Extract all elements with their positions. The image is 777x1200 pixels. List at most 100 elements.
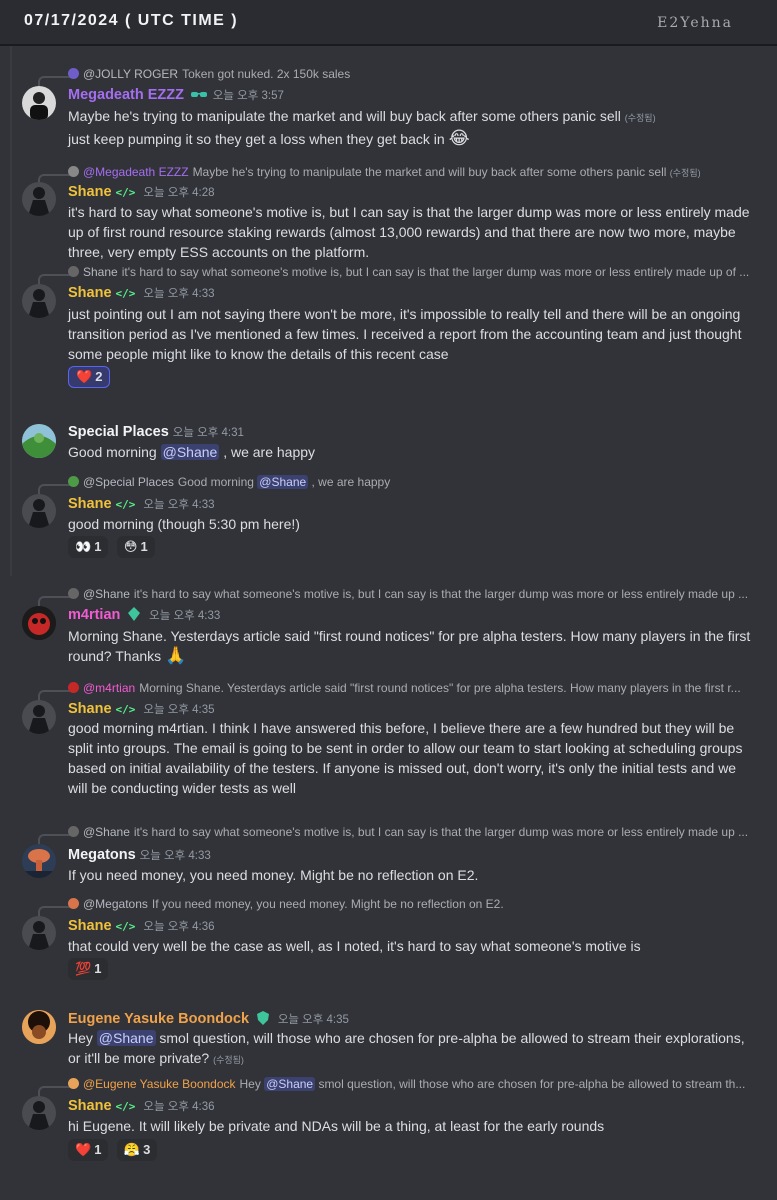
- nitro-gem-badge-icon: [127, 607, 141, 621]
- character-avatar-icon: [22, 1010, 56, 1044]
- message-text: If you need money, you need money. Might…: [68, 867, 479, 883]
- reply-preview[interactable]: @Megatons If you need money, you need mon…: [68, 897, 758, 913]
- message-text: good morning m4rtian. I think I have ans…: [68, 720, 743, 796]
- reply-preview[interactable]: @Shane it's hard to say what someone's mo…: [68, 825, 758, 841]
- mention-shane[interactable]: @Shane: [96, 1030, 156, 1046]
- m4rtian-mini-avatar-icon: [68, 682, 79, 693]
- person-silhouette-icon: [30, 92, 48, 120]
- m4rtian-avatar[interactable]: [22, 606, 56, 640]
- edited-label: (수정됨): [624, 113, 656, 123]
- author-name[interactable]: Eugene Yasuke Boondock: [68, 1011, 249, 1027]
- timestamp: 오늘 오후 4:28: [143, 187, 215, 199]
- developer-tag: </>: [115, 287, 136, 300]
- reply-preview[interactable]: @Eugene Yasuke Boondock Hey @Shane smol q…: [68, 1077, 758, 1093]
- header-bar: 07/17/2024 ( UTC TIME ) E2Yehna: [0, 0, 777, 46]
- timestamp: 오늘 오후 4:35: [277, 1014, 349, 1026]
- timestamp: 오늘 오후 4:35: [143, 704, 215, 716]
- special-places-mini-avatar-icon: [68, 476, 79, 487]
- shane-avatar[interactable]: [22, 700, 56, 734]
- laughing-emoji: 😂: [448, 128, 470, 148]
- reply-preview[interactable]: @JOLLY ROGER Token got nuked. 2x 150k sal…: [68, 67, 758, 83]
- message-text: good morning (though 5:30 pm here!): [68, 516, 300, 532]
- reaction-bar: 💯 1: [68, 958, 112, 980]
- developer-tag: </>: [115, 498, 136, 511]
- hundred-reaction[interactable]: 💯 1: [68, 958, 109, 980]
- eyes-reaction[interactable]: 👀 1: [68, 536, 109, 558]
- timestamp: 오늘 오후 4:33: [143, 499, 215, 511]
- heart-reaction[interactable]: ❤️ 1: [68, 1139, 109, 1161]
- shane-avatar[interactable]: [22, 284, 56, 318]
- author-name[interactable]: m4rtian: [68, 607, 120, 623]
- red-character-avatar-icon: [22, 606, 56, 640]
- author-name[interactable]: Shane: [68, 496, 112, 512]
- date-label: 07/17/2024 ( UTC TIME ): [24, 12, 239, 29]
- mushroom-cloud-avatar-icon: [22, 844, 56, 878]
- author-name[interactable]: Megatons: [68, 847, 136, 863]
- message-text: Maybe he's trying to manipulate the mark…: [68, 108, 656, 148]
- reaction-bar: 👀 1 😳 1: [68, 536, 159, 558]
- reaction-bar: ❤️ 2: [68, 366, 114, 388]
- person-silhouette-icon: [28, 921, 50, 950]
- sunglasses-badge-icon: [190, 88, 207, 102]
- message-text: that could very well be the case as well…: [68, 938, 641, 954]
- heart-icon: ❤️: [76, 369, 93, 384]
- author-name[interactable]: Shane: [68, 184, 112, 200]
- flushed-reaction[interactable]: 😳 1: [116, 536, 155, 558]
- megatons-avatar[interactable]: [22, 844, 56, 878]
- megadeath-avatar[interactable]: [22, 86, 56, 120]
- reaction-bar: ❤️ 1 😤 3: [68, 1139, 161, 1161]
- message-feed[interactable]: @JOLLY ROGER Token got nuked. 2x 150k sal…: [0, 46, 777, 1200]
- timestamp: 오늘 오후 4:31: [172, 427, 244, 439]
- message-text: Morning Shane. Yesterdays article said "…: [68, 628, 751, 665]
- person-silhouette-icon: [28, 705, 50, 734]
- message-text: just pointing out I am not saying there …: [68, 306, 742, 362]
- message-text: hi Eugene. It will likely be private and…: [68, 1118, 605, 1134]
- reply-preview[interactable]: @Shane it's hard to say what someone's mo…: [68, 587, 758, 603]
- jolly-roger-avatar-icon: [68, 68, 79, 79]
- mention-shane[interactable]: @Shane: [160, 444, 220, 460]
- timestamp: 오늘 오후 4:36: [143, 921, 215, 933]
- author-name[interactable]: Special Places: [68, 424, 169, 440]
- eugene-avatar[interactable]: [22, 1010, 56, 1044]
- person-silhouette-icon: [28, 499, 50, 528]
- person-silhouette-icon: [28, 187, 50, 216]
- heart-reaction[interactable]: ❤️ 2: [68, 366, 111, 388]
- thread-guide-line: [10, 46, 12, 576]
- timestamp: 오늘 오후 4:36: [143, 1101, 215, 1113]
- shane-avatar[interactable]: [22, 916, 56, 950]
- reply-preview[interactable]: Shane it's hard to say what someone's mot…: [68, 265, 758, 281]
- developer-tag: </>: [115, 920, 136, 933]
- reply-preview[interactable]: @m4rtian Morning Shane. Yesterdays articl…: [68, 681, 758, 697]
- message-text: it's hard to say what someone's motive i…: [68, 204, 750, 260]
- author-name[interactable]: Shane: [68, 918, 112, 934]
- triumph-reaction[interactable]: 😤 3: [116, 1139, 158, 1161]
- reply-preview[interactable]: @Megadeath EZZZ Maybe he's trying to mani…: [68, 165, 758, 181]
- shane-avatar[interactable]: [22, 182, 56, 216]
- hundred-points-icon: 💯: [75, 961, 92, 976]
- person-silhouette-icon: [28, 289, 50, 318]
- shane-avatar[interactable]: [22, 1096, 56, 1130]
- praying-hands-emoji: 🙏: [165, 646, 187, 665]
- edited-label: (수정됨): [213, 1055, 244, 1065]
- shield-badge-icon: [256, 1011, 270, 1025]
- author-name[interactable]: Megadeath EZZZ: [68, 87, 184, 103]
- shane-mini-avatar-icon: [68, 588, 79, 599]
- message-text: Hey @Shane smol question, will those who…: [68, 1030, 745, 1066]
- special-places-avatar[interactable]: [22, 424, 56, 458]
- face-with-steam-icon: 😤: [123, 1142, 141, 1157]
- eugene-mini-avatar-icon: [68, 1078, 79, 1089]
- author-name[interactable]: Shane: [68, 701, 112, 717]
- heart-icon: ❤️: [75, 1142, 92, 1157]
- brand-watermark: E2Yehna: [657, 15, 733, 31]
- megatons-mini-avatar-icon: [68, 898, 79, 909]
- shane-mini-avatar-icon: [68, 826, 79, 837]
- author-name[interactable]: Shane: [68, 1098, 112, 1114]
- timestamp: 오늘 오후 4:33: [149, 610, 221, 622]
- developer-tag: </>: [115, 703, 136, 716]
- author-name[interactable]: Shane: [68, 285, 112, 301]
- megadeath-mini-avatar-icon: [68, 166, 79, 177]
- timestamp: 오늘 오후 4:33: [143, 288, 215, 300]
- developer-tag: </>: [115, 186, 136, 199]
- reply-preview[interactable]: @Special Places Good morning @Shane , we …: [68, 475, 758, 491]
- shane-avatar[interactable]: [22, 494, 56, 528]
